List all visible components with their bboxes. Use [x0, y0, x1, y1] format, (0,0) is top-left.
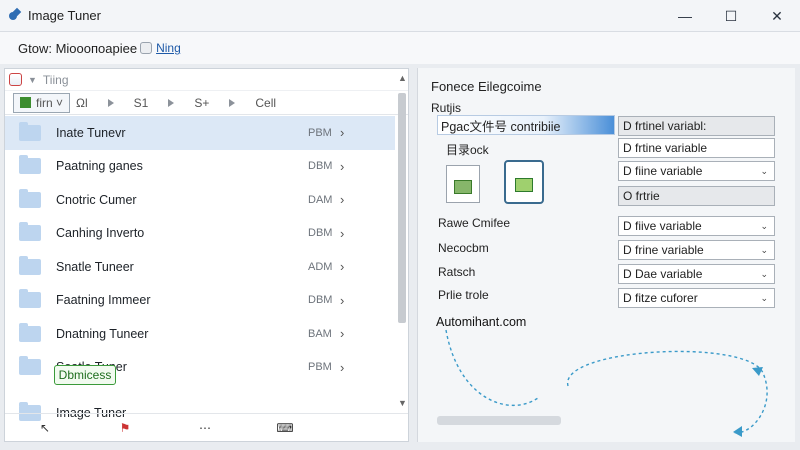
folder-icon: [19, 289, 41, 309]
tab-firn[interactable]: firn ˅: [13, 92, 71, 113]
close-button[interactable]: ✕: [754, 0, 800, 32]
item-type: DBM: [308, 160, 333, 173]
address-row: Gtow: Mioooпоаріее Ning: [0, 32, 800, 64]
arrowhead-icon: [752, 367, 763, 376]
pointer-icon[interactable]: ↖: [5, 421, 85, 435]
folder-icon: [19, 121, 41, 141]
item-type: DBM: [308, 227, 333, 240]
item-label: Cnotric Cumer: [56, 192, 137, 207]
scroll-thumb[interactable]: [398, 93, 406, 323]
app-icon: [8, 9, 22, 23]
tab-label: firn ˅: [36, 95, 64, 110]
item-label: Snatle Tuneer: [56, 259, 134, 274]
chevron-right-icon[interactable]: ›: [340, 326, 344, 341]
bottom-toolbar: ↖ ⚑ ⋯ ⌨: [5, 413, 408, 441]
chevron-right-icon[interactable]: ›: [340, 226, 344, 241]
folder-icon: [19, 356, 41, 376]
chevron-right-icon[interactable]: ›: [340, 159, 344, 174]
list-item[interactable]: Dnatning Tuneer BAM ›: [5, 317, 395, 351]
item-type: PBM: [308, 126, 332, 139]
tab-ql[interactable]: Ωl: [70, 93, 94, 113]
item-label: Dnatning Tuneer: [56, 326, 149, 341]
chevron-right-icon[interactable]: ›: [340, 192, 344, 207]
properties-pane: Fonece Eilegcoime Rutjis Pgac文件号 contrib…: [417, 68, 795, 442]
address-chip-icon: [140, 42, 153, 54]
item-type: ADM: [308, 260, 333, 273]
triangle-right-icon: [168, 98, 175, 107]
item-label: Inate Tunevr: [56, 125, 126, 140]
file-list-pane: ▼ Tiing firn ˅ Ωl S1 S+ Cell Inate Tunev…: [4, 68, 409, 442]
window-controls: — ☐ ✕: [662, 0, 800, 32]
dots-icon[interactable]: ⋯: [165, 421, 245, 435]
list-item[interactable]: Cnotric Cumer DAM ›: [5, 183, 395, 217]
list-header-label: Tiing: [42, 72, 69, 87]
green-square-icon: [20, 97, 31, 108]
chevron-right-icon[interactable]: ›: [340, 293, 344, 308]
item-label: Canhing Inverto: [56, 226, 145, 241]
tab-splus[interactable]: S+: [188, 93, 215, 113]
folder-icon: [19, 222, 41, 242]
tab-s1[interactable]: S1: [128, 93, 155, 113]
item-label: Faatning Immeer: [56, 293, 151, 308]
connector-path: [445, 329, 539, 407]
triangle-right-icon: [229, 98, 236, 107]
connector-arrows: [445, 329, 768, 437]
item-label: Paatning ganes: [56, 159, 143, 174]
list-header: ▼ Tiing: [5, 69, 408, 91]
chevron-right-icon[interactable]: ›: [340, 360, 344, 375]
item-type: DAM: [308, 193, 333, 206]
flag-icon[interactable]: ⚑: [85, 421, 165, 435]
folder-icon: [19, 255, 41, 275]
horizontal-scrollbar[interactable]: [437, 416, 561, 425]
scroll-up-icon[interactable]: ▲: [398, 73, 407, 83]
status-badge[interactable]: Dbmicess: [54, 365, 116, 385]
item-type: PBM: [308, 361, 332, 374]
folder-icon: [19, 155, 41, 175]
keyboard-icon[interactable]: ⌨: [245, 421, 325, 435]
caret-down-icon[interactable]: ▼: [28, 75, 37, 85]
folder-icon: [19, 188, 41, 208]
arrowhead-icon: [733, 426, 742, 437]
maximize-button[interactable]: ☐: [708, 0, 754, 32]
list-item[interactable]: Snatle Tuneer ADM ›: [5, 250, 395, 284]
tab-label: S1: [133, 95, 149, 110]
chevron-right-icon[interactable]: ›: [340, 125, 344, 140]
list-item[interactable]: Faatning Immeer DBM ›: [5, 284, 395, 318]
folder-icon: [19, 322, 41, 342]
list-item[interactable]: Paatning ganes DBM ›: [5, 150, 395, 184]
vertical-scrollbar[interactable]: ▲ ▼: [397, 73, 407, 413]
tab-label: Ωl: [76, 95, 88, 110]
address-link[interactable]: Ning: [156, 41, 181, 55]
scroll-down-icon[interactable]: ▼: [398, 398, 407, 408]
app-mini-icon: [9, 73, 22, 86]
item-type: BAM: [308, 327, 332, 340]
chevron-right-icon[interactable]: ›: [340, 259, 344, 274]
column-tabs: firn ˅ Ωl S1 S+ Cell: [5, 91, 408, 115]
connector-path: [567, 350, 768, 434]
item-type: DBM: [308, 294, 333, 307]
triangle-right-icon: [107, 98, 114, 107]
tab-label: Cell: [255, 95, 277, 110]
tab-cell[interactable]: Cell: [249, 93, 282, 113]
minimize-button[interactable]: —: [662, 0, 708, 32]
title-bar: Image Tuner — ☐ ✕: [0, 0, 800, 32]
list-item[interactable]: Canhing Inverto DBM ›: [5, 217, 395, 251]
tab-label: S+: [194, 95, 210, 110]
list-item[interactable]: Inate Tunevr PBM ›: [5, 116, 395, 150]
window-title: Image Tuner: [28, 8, 101, 23]
address-text: Gtow: Mioooпоаріее: [18, 40, 138, 56]
